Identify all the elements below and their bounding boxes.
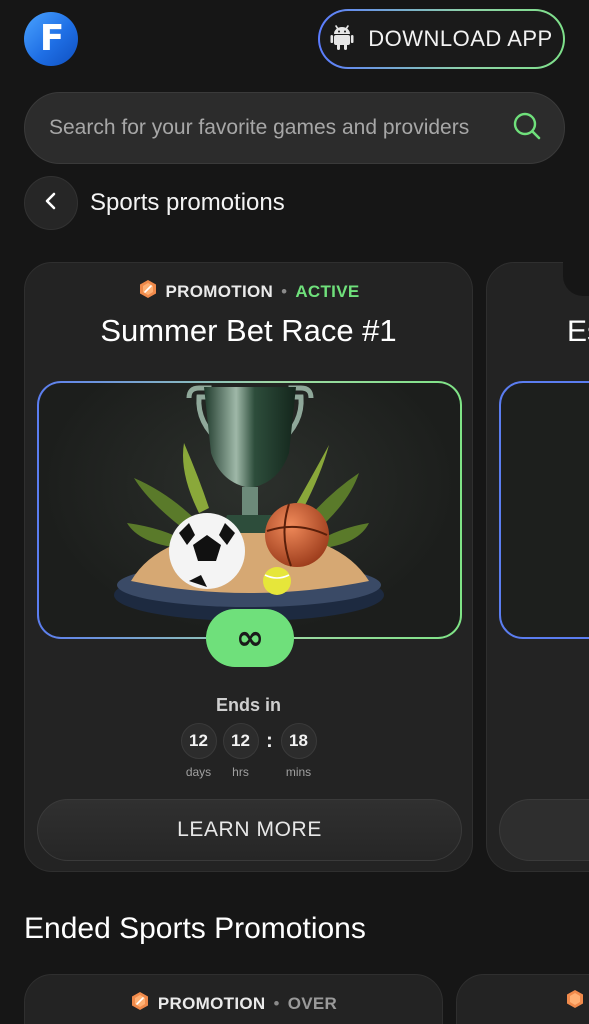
countdown-days-caption: days bbox=[185, 765, 212, 779]
download-app-button-inner: DOWNLOAD APP bbox=[320, 11, 563, 67]
promotion-status-row: PROMOTION • ACTIVE bbox=[25, 279, 472, 304]
search-bar bbox=[24, 92, 565, 164]
promotion-badge-icon bbox=[565, 989, 585, 1014]
promotion-badge-icon bbox=[138, 279, 158, 304]
countdown-minutes-value: 18 bbox=[280, 723, 317, 759]
download-app-button[interactable]: DOWNLOAD APP bbox=[318, 9, 565, 69]
learn-more-button[interactable]: LEARN MORE bbox=[37, 799, 462, 861]
countdown-minutes: 18 mins bbox=[280, 723, 317, 779]
countdown-timer: 12 days 12 hrs : 18 mins bbox=[25, 723, 472, 779]
ended-promotions-heading: Ended Sports Promotions bbox=[24, 912, 366, 945]
card-notch bbox=[563, 262, 589, 296]
page-title: Sports promotions bbox=[90, 189, 285, 216]
countdown-hours: 12 hrs bbox=[222, 723, 259, 779]
next-promotion-image[interactable] bbox=[499, 381, 589, 639]
ended-promotion-card-peek[interactable] bbox=[456, 974, 589, 1024]
countdown-hours-value: 12 bbox=[222, 723, 259, 759]
page: F DOWNLOAD APP Search for your favorite … bbox=[0, 0, 589, 1024]
ended-promotion-status-row: PROMOTION • OVER bbox=[25, 991, 442, 1016]
promotion-status-badge: ACTIVE bbox=[295, 281, 360, 301]
back-button[interactable] bbox=[24, 176, 78, 230]
promotion-type-label: PROMOTION bbox=[165, 281, 274, 301]
ends-in-label: Ends in bbox=[215, 695, 281, 715]
promotion-image-inner bbox=[39, 383, 460, 637]
next-promotion-title: Es bbox=[567, 315, 589, 348]
promotion-title: Summer Bet Race #1 bbox=[100, 313, 397, 348]
download-app-label: DOWNLOAD APP bbox=[368, 26, 553, 51]
ended-status-separator: • bbox=[273, 993, 280, 1013]
brand-logo[interactable]: F bbox=[24, 12, 78, 66]
countdown-minutes-caption: mins bbox=[285, 765, 312, 779]
ended-promotion-card[interactable]: PROMOTION • OVER bbox=[24, 974, 443, 1024]
promotion-badge-icon bbox=[130, 991, 150, 1016]
next-promotion-button[interactable] bbox=[499, 799, 589, 861]
brand-logo-letter: F bbox=[39, 18, 65, 59]
promotion-image[interactable] bbox=[37, 381, 462, 639]
status-separator: • bbox=[281, 281, 288, 301]
trophy-illustration bbox=[114, 385, 384, 621]
countdown-hours-caption: hrs bbox=[232, 765, 249, 779]
android-icon bbox=[330, 23, 354, 56]
promotion-card[interactable]: PROMOTION • ACTIVE Summer Bet Race #1 ∞ … bbox=[24, 262, 473, 872]
infinity-badge: ∞ bbox=[206, 609, 294, 667]
countdown-days-value: 12 bbox=[180, 723, 217, 759]
chevron-left-icon bbox=[43, 192, 59, 215]
countdown-days: 12 days bbox=[180, 723, 217, 779]
next-promotion-card[interactable]: Es bbox=[486, 262, 589, 872]
countdown-separator: : bbox=[266, 730, 273, 752]
ended-promotion-type-label: PROMOTION bbox=[157, 993, 266, 1013]
search-input[interactable] bbox=[49, 116, 512, 140]
ended-promotion-status-badge: OVER bbox=[287, 993, 338, 1013]
search-icon[interactable] bbox=[512, 111, 542, 146]
